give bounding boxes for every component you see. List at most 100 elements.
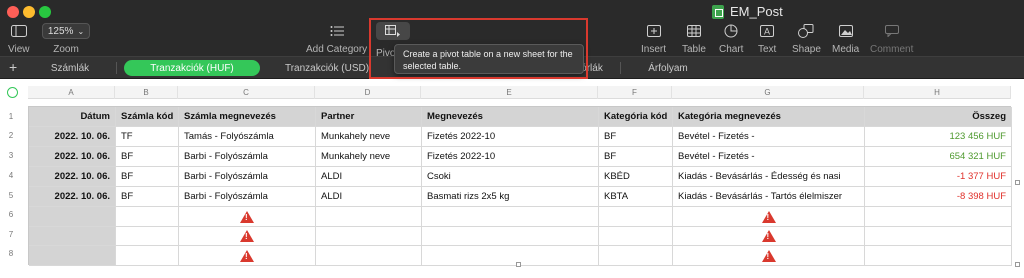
cell-empty[interactable] bbox=[865, 227, 1012, 246]
cell-empty[interactable] bbox=[422, 207, 599, 227]
cell-category-name[interactable]: Bevétel - Fizetés - bbox=[673, 147, 865, 167]
chart-button[interactable]: Chart bbox=[719, 22, 743, 55]
header-cell-partner[interactable]: Partner bbox=[316, 107, 422, 127]
cell-account-code[interactable]: BF bbox=[116, 187, 179, 207]
header-cell-szamla-kod[interactable]: Számla kód bbox=[116, 107, 179, 127]
cell-error[interactable] bbox=[179, 246, 316, 266]
insert-button[interactable]: Insert bbox=[641, 22, 666, 55]
resize-handle[interactable] bbox=[516, 262, 521, 267]
header-cell-kategoria-kod[interactable]: Kategória kód bbox=[599, 107, 673, 127]
cell-empty[interactable] bbox=[316, 246, 422, 266]
cell-account-code[interactable]: BF bbox=[116, 167, 179, 187]
comment-button[interactable]: Comment bbox=[870, 22, 913, 55]
row-number[interactable]: 1 bbox=[0, 112, 22, 121]
resize-handle[interactable] bbox=[1015, 180, 1020, 185]
shape-button[interactable]: Shape bbox=[792, 22, 821, 55]
cell-description[interactable]: Fizetés 2022-10 bbox=[422, 147, 599, 167]
row-number[interactable]: 2 bbox=[0, 131, 22, 140]
cell-empty[interactable] bbox=[116, 227, 179, 246]
warning-icon[interactable] bbox=[761, 210, 776, 223]
minimize-window-button[interactable] bbox=[23, 6, 35, 18]
cell-error[interactable] bbox=[179, 227, 316, 246]
zoom-select[interactable]: 125% ⌄ bbox=[42, 23, 90, 39]
warning-icon[interactable] bbox=[761, 230, 776, 242]
zoom-control[interactable]: 125% ⌄ Zoom bbox=[42, 22, 90, 55]
cell-partner[interactable]: Munkahely neve bbox=[316, 127, 422, 147]
row-number[interactable]: 7 bbox=[0, 230, 22, 239]
cell-category-code[interactable]: BF bbox=[599, 147, 673, 167]
column-header-c[interactable]: C bbox=[178, 86, 315, 99]
table-select-circle-icon[interactable] bbox=[7, 87, 18, 98]
cell-category-name[interactable]: Kiadás - Bevásárlás - Édesség és nasi bbox=[673, 167, 865, 187]
cell-date[interactable]: 2022. 10. 06. bbox=[29, 167, 116, 187]
cell-description[interactable]: Basmati rizs 2x5 kg bbox=[422, 187, 599, 207]
cell-account-code[interactable]: TF bbox=[116, 127, 179, 147]
cell-amount[interactable]: 123 456 HUF bbox=[865, 127, 1012, 147]
cell-amount[interactable]: -8 398 HUF bbox=[865, 187, 1012, 207]
row-number[interactable]: 5 bbox=[0, 191, 22, 200]
cell-empty[interactable] bbox=[422, 246, 599, 266]
spreadsheet-canvas[interactable]: A B C D E F G H 1 2 3 4 5 6 7 8 Dátum Sz… bbox=[0, 79, 1024, 278]
column-header-f[interactable]: F bbox=[598, 86, 672, 99]
header-cell-datum[interactable]: Dátum bbox=[29, 107, 116, 127]
row-number[interactable]: 3 bbox=[0, 151, 22, 160]
cell-partner[interactable]: Munkahely neve bbox=[316, 147, 422, 167]
warning-icon[interactable] bbox=[761, 249, 776, 262]
text-button[interactable]: A Text bbox=[758, 22, 776, 55]
warning-icon[interactable] bbox=[240, 230, 254, 242]
column-header-e[interactable]: E bbox=[421, 86, 598, 99]
cell-error[interactable] bbox=[673, 246, 865, 266]
cell-amount[interactable]: 654 321 HUF bbox=[865, 147, 1012, 167]
row-number[interactable]: 4 bbox=[0, 171, 22, 180]
cell-partner[interactable]: ALDI bbox=[316, 167, 422, 187]
cell-category-name[interactable]: Bevétel - Fizetés - bbox=[673, 127, 865, 147]
cell-date-empty[interactable] bbox=[29, 246, 116, 266]
cell-empty[interactable] bbox=[865, 207, 1012, 227]
cell-description[interactable]: Csoki bbox=[422, 167, 599, 187]
cell-error[interactable] bbox=[673, 227, 865, 246]
cell-account-code[interactable]: BF bbox=[116, 147, 179, 167]
row-number[interactable]: 8 bbox=[0, 249, 22, 258]
cell-amount[interactable]: -1 377 HUF bbox=[865, 167, 1012, 187]
header-cell-megnevezes[interactable]: Megnevezés bbox=[422, 107, 599, 127]
tab-tranzakciok-usd[interactable]: Tranzakciók (USD) bbox=[272, 60, 382, 76]
column-header-b[interactable]: B bbox=[115, 86, 178, 99]
cell-empty[interactable] bbox=[316, 207, 422, 227]
view-button[interactable]: View bbox=[8, 22, 30, 55]
column-header-a[interactable]: A bbox=[28, 86, 115, 99]
cell-error[interactable] bbox=[179, 207, 316, 227]
cell-category-name[interactable]: Kiadás - Bevásárlás - Tartós élelmiszer bbox=[673, 187, 865, 207]
cell-date[interactable]: 2022. 10. 06. bbox=[29, 127, 116, 147]
cell-account-name[interactable]: Barbi - Folyószámla bbox=[179, 187, 316, 207]
cell-empty[interactable] bbox=[599, 227, 673, 246]
cell-date-empty[interactable] bbox=[29, 227, 116, 246]
cell-empty[interactable] bbox=[599, 207, 673, 227]
tab-szamlak[interactable]: Számlák bbox=[34, 60, 106, 76]
tab-tranzakciok-huf[interactable]: Tranzakciók (HUF) bbox=[124, 60, 260, 76]
cell-empty[interactable] bbox=[865, 246, 1012, 266]
resize-handle[interactable] bbox=[1015, 262, 1020, 267]
cell-error[interactable] bbox=[673, 207, 865, 227]
cell-account-name[interactable]: Barbi - Folyószámla bbox=[179, 167, 316, 187]
column-header-g[interactable]: G bbox=[672, 86, 864, 99]
column-header-d[interactable]: D bbox=[315, 86, 421, 99]
cell-empty[interactable] bbox=[316, 227, 422, 246]
header-cell-osszeg[interactable]: Összeg bbox=[865, 107, 1012, 127]
cell-date-empty[interactable] bbox=[29, 207, 116, 227]
media-button[interactable]: Media bbox=[832, 22, 859, 55]
cell-category-code[interactable]: KBTA bbox=[599, 187, 673, 207]
header-cell-kategoria-megnevezes[interactable]: Kategória megnevezés bbox=[673, 107, 865, 127]
warning-icon[interactable] bbox=[240, 210, 254, 223]
cell-empty[interactable] bbox=[116, 246, 179, 266]
cell-empty[interactable] bbox=[116, 207, 179, 227]
cell-empty[interactable] bbox=[422, 227, 599, 246]
row-number[interactable]: 6 bbox=[0, 210, 22, 219]
cell-date[interactable]: 2022. 10. 06. bbox=[29, 147, 116, 167]
cell-account-name[interactable]: Tamás - Folyószámla bbox=[179, 127, 316, 147]
cell-empty[interactable] bbox=[599, 246, 673, 266]
fullscreen-window-button[interactable] bbox=[39, 6, 51, 18]
add-sheet-icon[interactable]: + bbox=[9, 59, 17, 75]
table-button[interactable]: Table bbox=[682, 22, 706, 55]
cell-partner[interactable]: ALDI bbox=[316, 187, 422, 207]
cell-category-code[interactable]: BF bbox=[599, 127, 673, 147]
